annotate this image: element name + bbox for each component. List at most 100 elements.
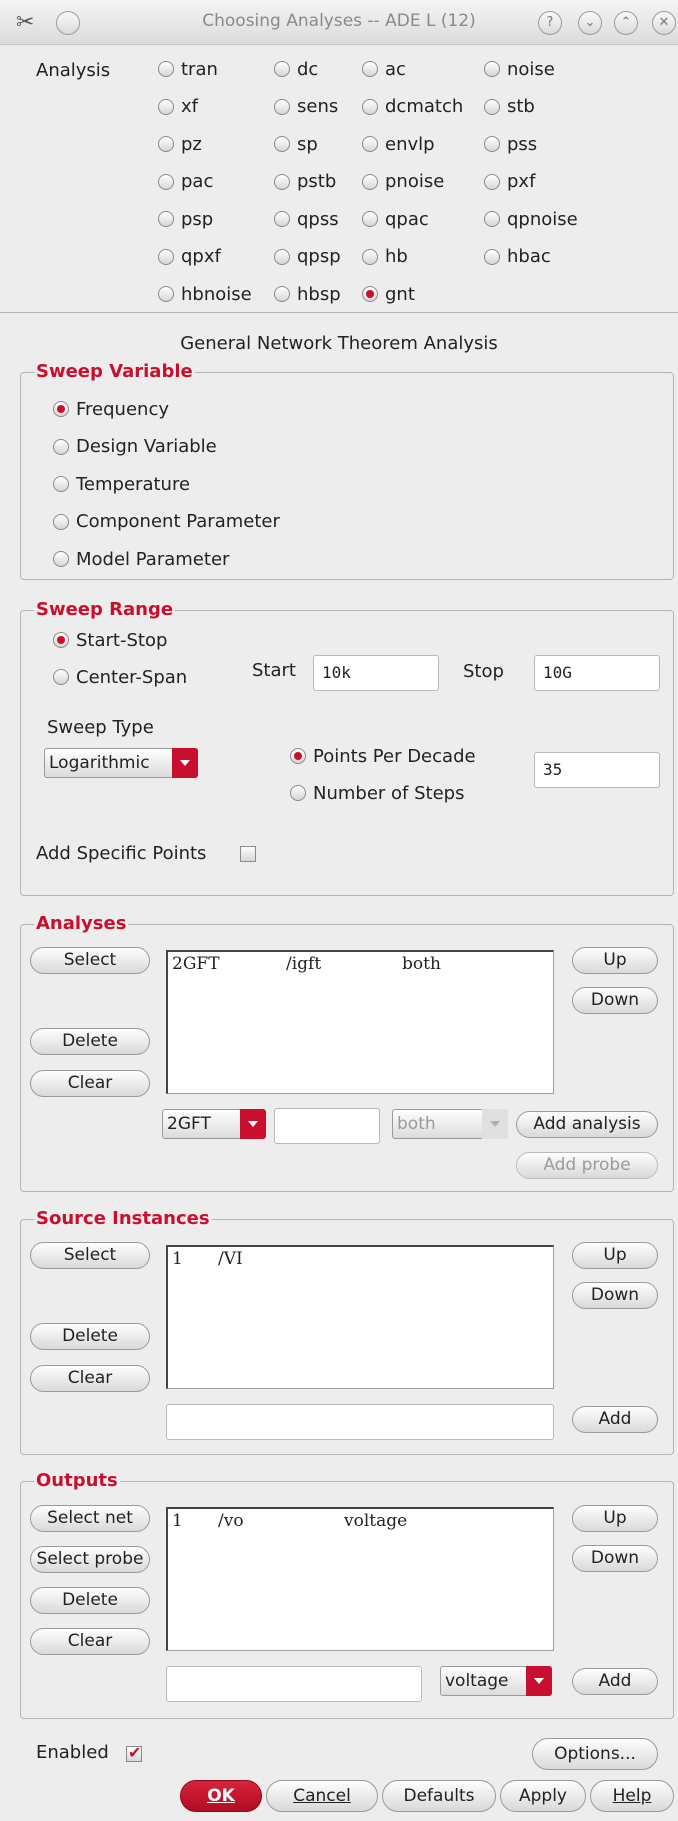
radio-indicator[interactable] xyxy=(484,211,500,227)
add-probe-button[interactable]: Add probe xyxy=(516,1152,658,1179)
radio-indicator[interactable] xyxy=(274,98,290,115)
analysis-radio-noise[interactable]: noise xyxy=(484,58,555,80)
range-radio-center-span[interactable]: Center-Span xyxy=(53,666,187,688)
select-probe-button[interactable]: Select probe xyxy=(30,1546,150,1573)
analysis-name-input[interactable] xyxy=(274,1108,380,1144)
list-item[interactable]: 2GFT /igft both xyxy=(168,952,553,976)
radio-indicator[interactable] xyxy=(274,248,290,265)
analysis-radio-envlp[interactable]: envlp xyxy=(362,133,435,155)
analysis-radio-pxf[interactable]: pxf xyxy=(484,171,535,192)
radio-indicator[interactable] xyxy=(290,748,306,764)
help-button[interactable]: Help xyxy=(590,1780,674,1812)
radio-indicator[interactable] xyxy=(362,61,378,77)
radio-indicator[interactable] xyxy=(362,286,378,302)
analysis-radio-xf[interactable]: xf xyxy=(158,96,198,117)
radio-indicator[interactable] xyxy=(53,513,69,530)
start-input[interactable]: 10k xyxy=(313,655,439,691)
radio-indicator[interactable] xyxy=(158,173,174,190)
radio-indicator[interactable] xyxy=(274,136,290,152)
range-radio-start-stop[interactable]: Start-Stop xyxy=(53,629,167,651)
radio-indicator[interactable] xyxy=(53,669,69,685)
output-net-input[interactable] xyxy=(166,1666,422,1702)
enabled-checkbox[interactable] xyxy=(126,1743,142,1762)
sweep-variable-radio-temperature[interactable]: Temperature xyxy=(53,473,190,495)
radio-indicator[interactable] xyxy=(53,476,69,492)
add-analysis-button[interactable]: Add analysis xyxy=(516,1111,658,1138)
analysis-radio-pss[interactable]: pss xyxy=(484,133,537,155)
radio-indicator[interactable] xyxy=(274,286,290,302)
analyses-down-button[interactable]: Down xyxy=(572,987,658,1014)
radio-indicator[interactable] xyxy=(158,136,174,152)
title-bar[interactable]: ✂ Choosing Analyses -- ADE L (12) ? ⌄ ⌃ … xyxy=(0,0,678,45)
list-item[interactable]: 1 /VI xyxy=(168,1247,553,1271)
analyses-list[interactable]: 2GFT /igft both xyxy=(166,950,554,1094)
analysis-radio-pstb[interactable]: pstb xyxy=(274,171,336,192)
radio-indicator[interactable] xyxy=(362,248,378,265)
radio-indicator[interactable] xyxy=(53,632,69,648)
analysis-radio-qpss[interactable]: qpss xyxy=(274,208,339,230)
radio-indicator[interactable] xyxy=(158,286,174,302)
sources-list[interactable]: 1 /VI xyxy=(166,1245,554,1389)
minimize-button[interactable]: ⌄ xyxy=(578,11,602,35)
analysis-radio-qpsp[interactable]: qpsp xyxy=(274,246,341,267)
analysis-radio-pac[interactable]: pac xyxy=(158,171,213,192)
analysis-radio-qpac[interactable]: qpac xyxy=(362,208,429,230)
analysis-radio-ac[interactable]: ac xyxy=(362,58,406,80)
outputs-down-button[interactable]: Down xyxy=(572,1545,658,1572)
radio-indicator[interactable] xyxy=(53,551,69,567)
analysis-radio-qpxf[interactable]: qpxf xyxy=(158,246,221,267)
radio-indicator[interactable] xyxy=(484,136,500,152)
list-item[interactable]: 1 /vo voltage xyxy=(168,1509,553,1533)
outputs-add-button[interactable]: Add xyxy=(572,1668,658,1695)
analyses-delete-button[interactable]: Delete xyxy=(30,1028,150,1055)
analyses-up-button[interactable]: Up xyxy=(572,947,658,974)
sources-delete-button[interactable]: Delete xyxy=(30,1323,150,1350)
close-button[interactable]: ✕ xyxy=(652,11,676,35)
step-radio-points-per-decade[interactable]: Points Per Decade xyxy=(290,745,476,767)
sweep-variable-radio-frequency[interactable]: Frequency xyxy=(53,398,169,420)
ok-button[interactable]: OK xyxy=(180,1780,262,1812)
analysis-radio-hbsp[interactable]: hbsp xyxy=(274,283,341,305)
analysis-mode-select[interactable]: both xyxy=(392,1109,508,1139)
sweep-type-select[interactable]: Logarithmic xyxy=(44,748,198,778)
source-instance-input[interactable] xyxy=(166,1404,554,1440)
sources-clear-button[interactable]: Clear xyxy=(30,1365,150,1392)
analysis-radio-hb[interactable]: hb xyxy=(362,246,408,267)
analysis-radio-hbac[interactable]: hbac xyxy=(484,246,551,267)
radio-indicator[interactable] xyxy=(158,248,174,265)
radio-indicator[interactable] xyxy=(362,136,378,152)
sweep-variable-radio-design-variable[interactable]: Design Variable xyxy=(53,436,217,457)
outputs-clear-button[interactable]: Clear xyxy=(30,1628,150,1655)
step-radio-number-of-steps[interactable]: Number of Steps xyxy=(290,782,464,804)
cancel-button[interactable]: Cancel xyxy=(266,1780,378,1812)
analysis-radio-stb[interactable]: stb xyxy=(484,96,535,117)
select-net-button[interactable]: Select net xyxy=(30,1505,150,1532)
radio-indicator[interactable] xyxy=(158,211,174,227)
radio-indicator[interactable] xyxy=(362,173,378,190)
analysis-radio-qpnoise[interactable]: qpnoise xyxy=(484,208,578,230)
radio-indicator[interactable] xyxy=(484,248,500,265)
radio-indicator[interactable] xyxy=(484,98,500,115)
analysis-radio-psp[interactable]: psp xyxy=(158,208,213,230)
outputs-delete-button[interactable]: Delete xyxy=(30,1587,150,1614)
radio-indicator[interactable] xyxy=(53,438,69,455)
analysis-radio-dc[interactable]: dc xyxy=(274,58,318,80)
radio-indicator[interactable] xyxy=(484,173,500,190)
sources-add-button[interactable]: Add xyxy=(572,1406,658,1433)
analyses-clear-button[interactable]: Clear xyxy=(30,1070,150,1097)
radio-indicator[interactable] xyxy=(290,785,306,801)
outputs-up-button[interactable]: Up xyxy=(572,1505,658,1532)
step-value-input[interactable]: 35 xyxy=(534,752,660,788)
radio-indicator[interactable] xyxy=(158,98,174,115)
analysis-radio-pz[interactable]: pz xyxy=(158,133,202,155)
apply-button[interactable]: Apply xyxy=(500,1780,586,1812)
defaults-button[interactable]: Defaults xyxy=(382,1780,496,1812)
analyses-select-button[interactable]: Select xyxy=(30,947,150,974)
help-window-button[interactable]: ? xyxy=(538,11,562,35)
sources-down-button[interactable]: Down xyxy=(572,1282,658,1309)
radio-indicator[interactable] xyxy=(274,173,290,190)
radio-indicator[interactable] xyxy=(53,401,69,417)
analysis-radio-gnt[interactable]: gnt xyxy=(362,283,415,305)
radio-indicator[interactable] xyxy=(274,61,290,77)
analysis-radio-sens[interactable]: sens xyxy=(274,96,338,117)
